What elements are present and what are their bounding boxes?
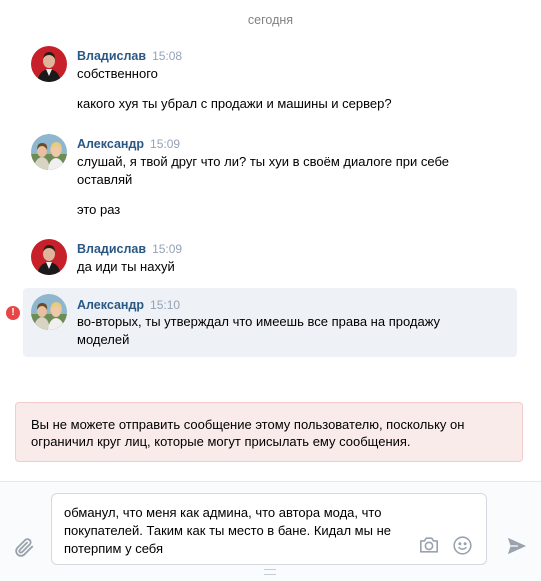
message-text: какого хуя ты убрал с продажи и машины и… [77, 96, 392, 111]
message-time[interactable]: 15:08 [152, 49, 182, 63]
notice-text: ограничил круг лиц, которые могут присыл… [31, 434, 411, 449]
avatar[interactable] [31, 46, 67, 82]
message-time[interactable]: 15:10 [150, 298, 180, 312]
message-text: слушай, я твой друг что ли? ты хуи в сво… [77, 154, 449, 169]
emoji-icon[interactable] [452, 535, 473, 559]
date-separator: сегодня [247, 13, 294, 27]
author-name[interactable]: Александр [77, 137, 144, 151]
input-text: покупателей. Таким как ты место в бане. … [64, 523, 391, 538]
paperclip-icon[interactable] [13, 536, 35, 561]
message-text: да иди ты нахуй [77, 259, 175, 274]
error-icon[interactable]: ! [6, 306, 20, 320]
message-header: Владислав 15:09 [77, 241, 182, 256]
message-text: во-вторых, ты утверждал что имеешь все п… [77, 314, 441, 329]
message-item[interactable]: Александр 15:10 во-вторых, ты утверждал ч… [23, 288, 517, 357]
avatar[interactable] [31, 134, 67, 170]
message-header: Владислав 15:08 [77, 48, 182, 63]
author-name[interactable]: Владислав [77, 242, 146, 256]
message-text: собственного [77, 66, 158, 81]
author-name[interactable]: Владислав [77, 49, 146, 63]
camera-icon[interactable] [418, 535, 440, 558]
avatar[interactable] [31, 294, 67, 330]
restriction-notice: Вы не можете отправить сообщение этому п… [15, 402, 523, 462]
input-text: обманул, что меня как админа, что автора… [64, 505, 382, 520]
avatar[interactable] [31, 239, 67, 275]
message-composer: обманул, что меня как админа, что автора… [0, 481, 541, 581]
message-header: Александр 15:09 [77, 136, 180, 151]
input-text: потерпим у себя [64, 541, 163, 556]
message-item[interactable]: Владислав 15:09 да иди ты нахуй [23, 235, 517, 283]
message-item[interactable]: Владислав 15:08 собственного какого хуя т… [23, 42, 517, 122]
send-icon[interactable] [506, 536, 528, 559]
message-text: моделей [77, 332, 130, 347]
message-time[interactable]: 15:09 [152, 242, 182, 256]
message-text: это раз [77, 202, 121, 217]
notice-text: Вы не можете отправить сообщение этому п… [31, 417, 465, 432]
message-text: оставляй [77, 172, 133, 187]
resize-handle[interactable] [264, 569, 276, 575]
message-time[interactable]: 15:09 [150, 137, 180, 151]
message-input[interactable]: обманул, что меня как админа, что автора… [51, 493, 487, 565]
message-header: Александр 15:10 [77, 297, 180, 312]
author-name[interactable]: Александр [77, 298, 144, 312]
message-item[interactable]: Александр 15:09 слушай, я твой друг что л… [23, 130, 517, 225]
